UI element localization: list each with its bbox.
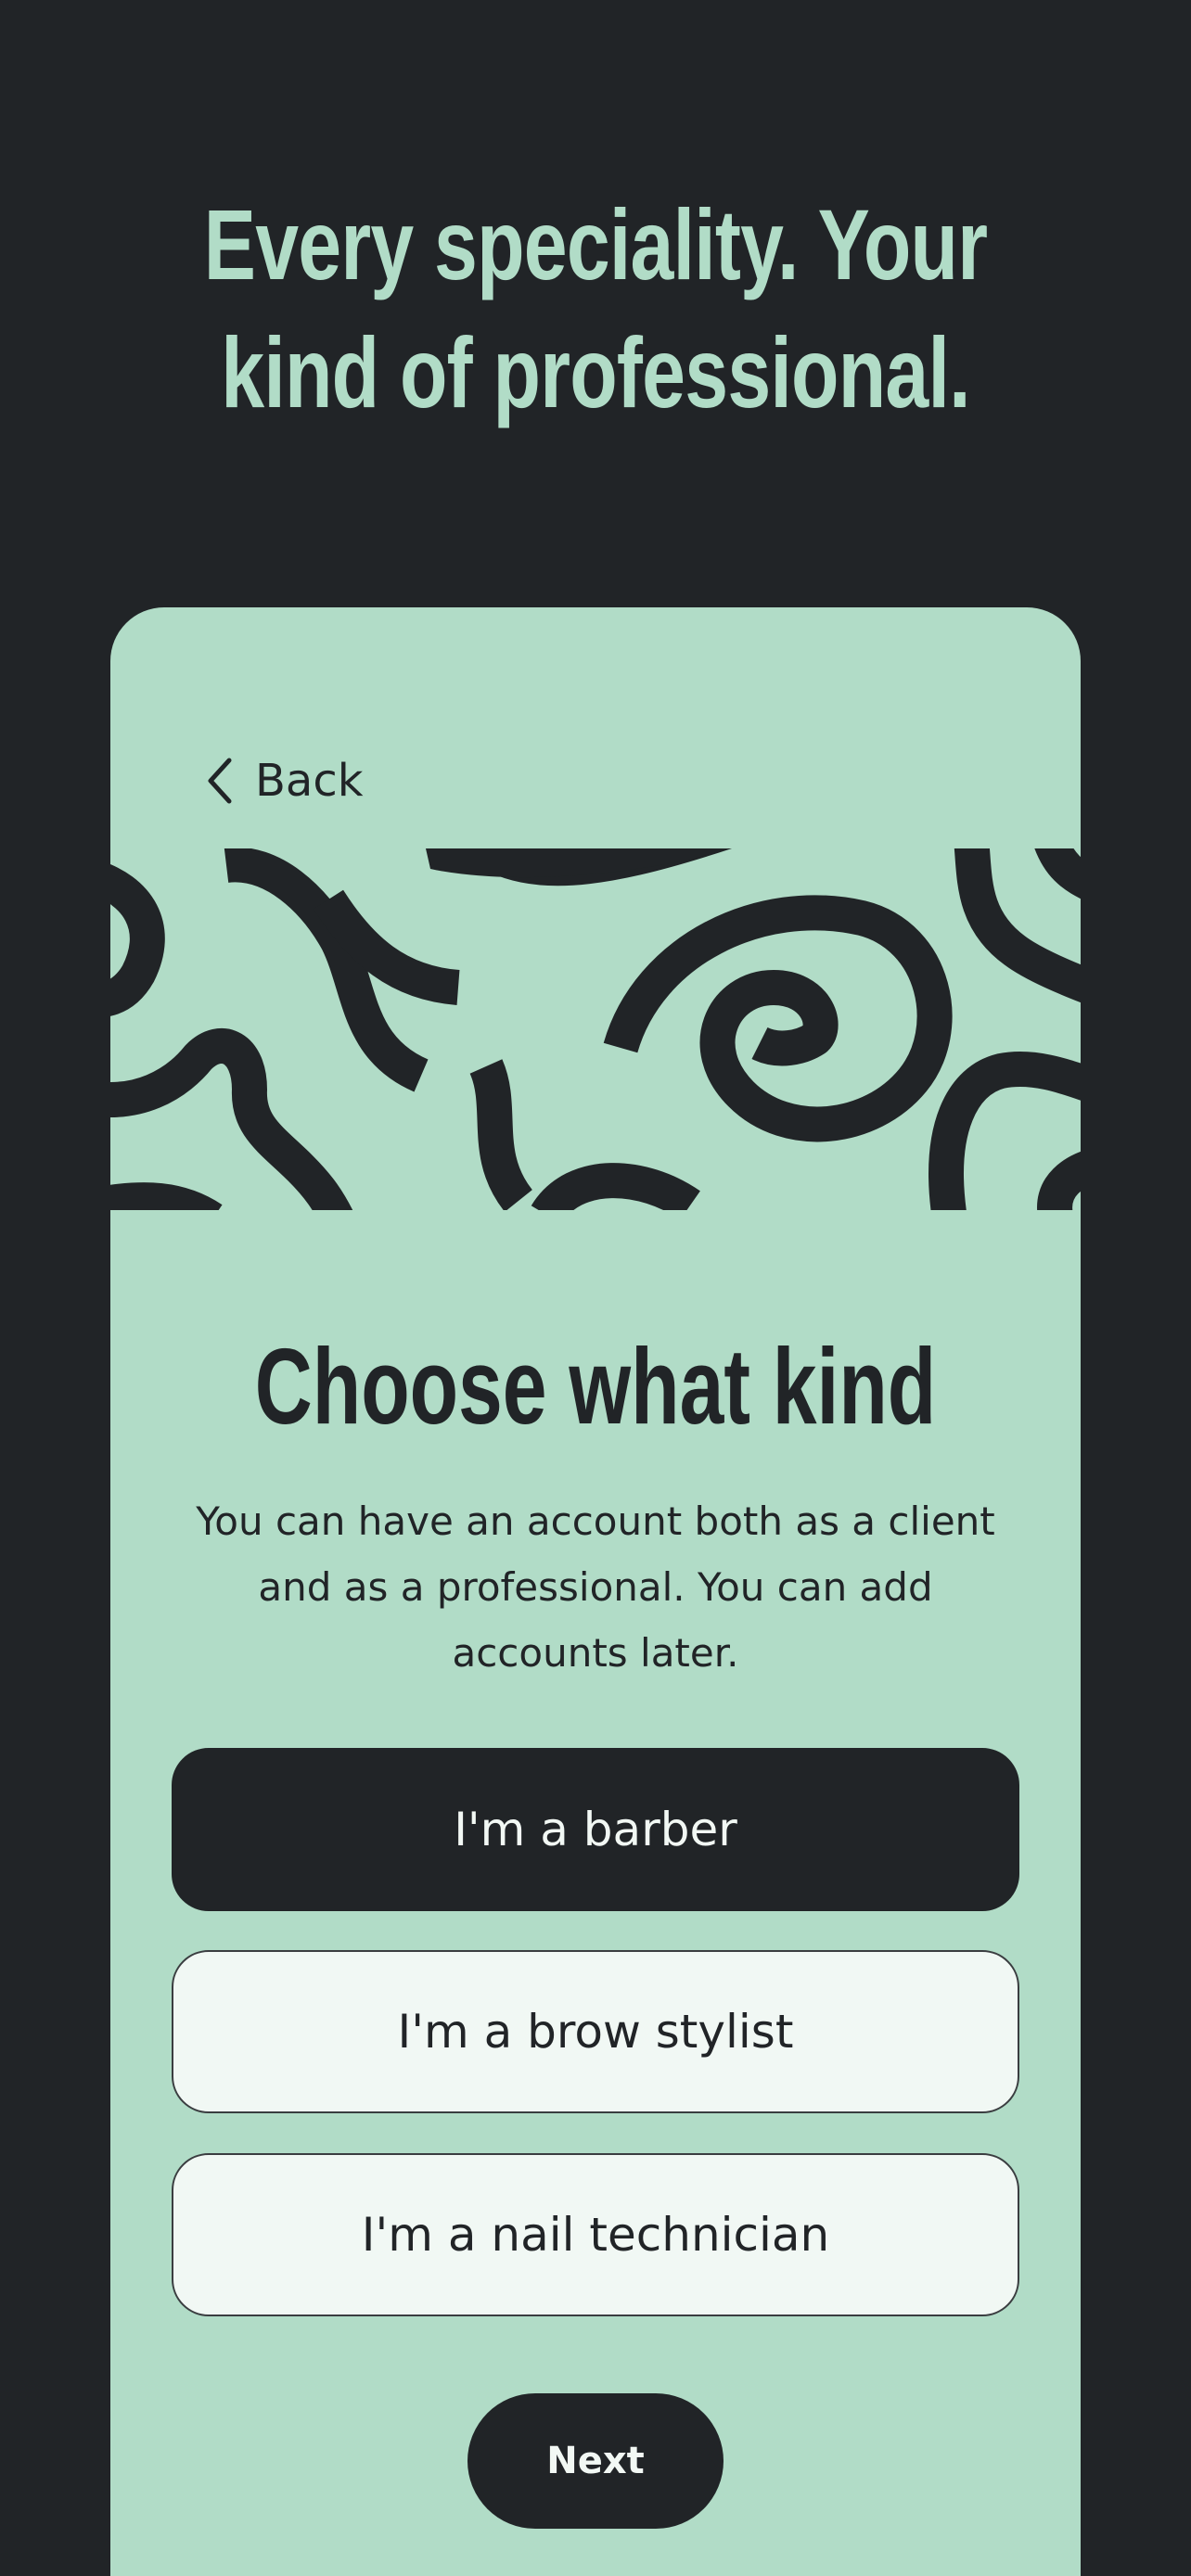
back-label: Back [255, 755, 364, 807]
hero-title-line-2: kind of professional. [221, 316, 970, 428]
card-heading: Choose what kind [254, 1326, 937, 1447]
chevron-left-icon [203, 755, 237, 807]
option-brow-stylist[interactable]: I'm a brow stylist [172, 1950, 1019, 2113]
option-nail-technician[interactable]: I'm a nail technician [172, 2153, 1019, 2316]
hero-title: Every speciality. Your kind of professio… [131, 181, 1060, 437]
selection-card: Back Choose what kind You can have an ac… [110, 607, 1081, 2576]
back-button[interactable]: Back [203, 748, 364, 813]
card-description: You can have an account both as a client… [196, 1498, 995, 1676]
option-barber[interactable]: I'm a barber [172, 1748, 1019, 1911]
hero-title-line-1: Every speciality. Your [203, 188, 988, 300]
next-button[interactable]: Next [467, 2393, 724, 2529]
decorative-squiggle-pattern [110, 848, 1081, 1210]
